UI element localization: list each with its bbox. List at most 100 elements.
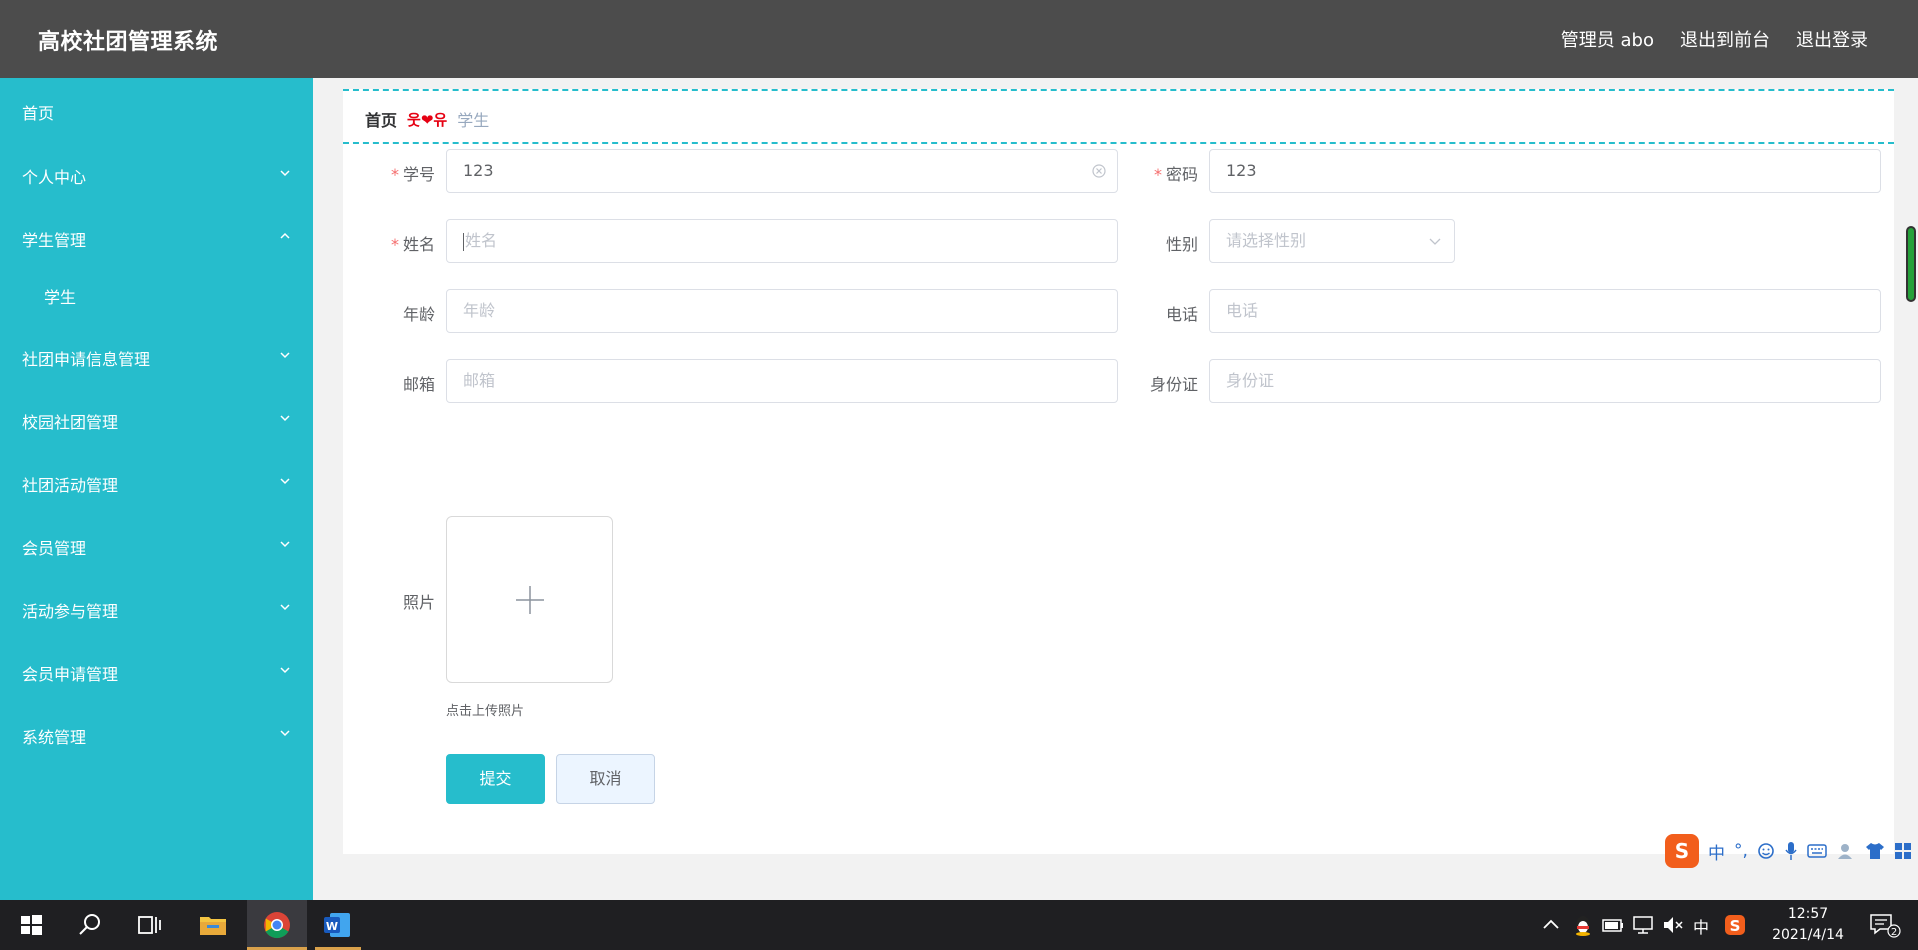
tray-expand-chevron-up-icon[interactable] <box>1538 912 1564 938</box>
ime-mode[interactable]: 中 <box>1708 839 1725 864</box>
gender-select[interactable]: 请选择性别 <box>1209 219 1455 263</box>
chevron-up-icon <box>280 232 290 239</box>
windows-taskbar: W 中 S 12:57 2021/4/14 2 <box>0 900 1918 950</box>
breadcrumb: 首页 웃❤유 学生 <box>365 107 489 131</box>
microphone-icon[interactable] <box>1784 841 1798 861</box>
photo-label: 照片 <box>402 593 435 612</box>
search-icon[interactable] <box>75 910 105 940</box>
chevron-down-icon <box>280 541 290 548</box>
sidebar-item-label: 活动参与管理 <box>22 602 119 621</box>
keyboard-icon[interactable] <box>1807 844 1827 858</box>
gender-label: 性别 <box>1165 235 1198 254</box>
qq-penguin-icon[interactable] <box>1570 912 1596 938</box>
text-caret <box>463 232 464 251</box>
age-label: 年龄 <box>402 305 435 324</box>
student-form: * 学号 123 * 密码 123 * 姓名 姓名 性别 请选择性别 年龄 年龄 电话… <box>343 144 1894 854</box>
sidebar-item-label: 社团活动管理 <box>22 476 119 495</box>
chevron-down-icon <box>280 415 290 422</box>
student-id-label: * 学号 <box>390 165 435 184</box>
breadcrumb-current: 学生 <box>457 111 490 130</box>
main-content: 首页 웃❤유 学生 * 学号 123 * 密码 123 * 姓名 姓名 性别 请选择性… <box>313 78 1918 900</box>
email-label: 邮箱 <box>402 375 435 394</box>
notification-count: 2 <box>1891 927 1897 938</box>
sidebar-item-personal-center[interactable]: 个人中心 <box>22 164 292 188</box>
age-input[interactable]: 年龄 <box>446 289 1118 333</box>
breadcrumb-separator: 웃❤유 <box>407 110 448 129</box>
svg-text:W: W <box>326 920 338 933</box>
sidebar-item-label: 系统管理 <box>22 728 87 747</box>
breadcrumb-bar: 首页 웃❤유 学生 <box>343 89 1894 144</box>
breadcrumb-home[interactable]: 首页 <box>365 107 397 131</box>
sidebar-item-activity-participation[interactable]: 活动参与管理 <box>22 598 292 622</box>
sidebar: 首页 个人中心 学生管理 学生 社团申请信息管理 校园社团管理 社团活动管理 会… <box>0 78 313 900</box>
app-title: 高校社团管理系统 <box>38 30 219 55</box>
ime-punctuation[interactable]: °, <box>1734 841 1748 861</box>
skin-shirt-icon[interactable] <box>1865 842 1885 860</box>
back-to-frontend-link[interactable]: 退出到前台 <box>1680 26 1770 52</box>
sidebar-item-label: 会员申请管理 <box>22 665 119 684</box>
chevron-down-icon <box>280 604 290 611</box>
chevron-down-icon <box>280 170 290 177</box>
windows-start-icon[interactable] <box>16 910 46 940</box>
sogou-tray-icon[interactable]: S <box>1722 912 1748 938</box>
circle-close-icon[interactable] <box>1091 163 1107 179</box>
emoji-icon[interactable] <box>1757 842 1775 860</box>
sidebar-item-label: 个人中心 <box>22 168 87 187</box>
chevron-down-icon <box>280 352 290 359</box>
id-card-label: 身份证 <box>1149 375 1198 394</box>
logout-link[interactable]: 退出登录 <box>1796 26 1868 52</box>
email-input[interactable]: 邮箱 <box>446 359 1118 403</box>
sidebar-item-label: 学生 <box>44 288 77 307</box>
sidebar-item-member-management[interactable]: 会员管理 <box>22 535 292 559</box>
toolbox-grid-icon[interactable] <box>1894 842 1912 860</box>
sidebar-item-member-application[interactable]: 会员申请管理 <box>22 661 292 685</box>
battery-icon[interactable] <box>1600 912 1626 938</box>
sidebar-item-label: 学生管理 <box>22 231 87 250</box>
name-label: * 姓名 <box>390 235 435 254</box>
sidebar-item-student-management[interactable]: 学生管理 <box>22 227 292 251</box>
student-id-input[interactable]: 123 <box>446 149 1118 193</box>
chevron-down-icon <box>280 730 290 737</box>
plus-icon <box>516 586 544 614</box>
chrome-icon[interactable] <box>262 910 292 940</box>
sidebar-item-label: 会员管理 <box>22 539 87 558</box>
clock-time: 12:57 <box>1787 906 1829 922</box>
volume-muted-icon[interactable] <box>1660 912 1686 938</box>
cancel-button[interactable]: 取消 <box>556 754 655 804</box>
scrollbar-thumb[interactable] <box>1906 226 1916 302</box>
task-view-icon[interactable] <box>134 910 164 940</box>
header-actions: 管理员 abo 退出到前台 退出登录 <box>1561 26 1868 52</box>
action-center-icon[interactable]: 2 <box>1868 911 1902 939</box>
taskbar-clock[interactable]: 12:57 2021/4/14 <box>1768 904 1848 946</box>
password-input[interactable]: 123 <box>1209 149 1881 193</box>
sidebar-item-home[interactable]: 首页 <box>22 100 292 124</box>
clock-date: 2021/4/14 <box>1772 927 1844 943</box>
sogou-logo-icon[interactable]: S <box>1665 834 1699 868</box>
sidebar-item-club-activity[interactable]: 社团活动管理 <box>22 472 292 496</box>
photo-uploader[interactable] <box>446 516 613 683</box>
sidebar-item-club-application-info[interactable]: 社团申请信息管理 <box>22 346 292 370</box>
sidebar-item-system-management[interactable]: 系统管理 <box>22 724 292 748</box>
submit-button[interactable]: 提交 <box>446 754 545 804</box>
sidebar-item-student[interactable]: 学生 <box>44 284 314 308</box>
password-label: * 密码 <box>1153 165 1198 184</box>
word-icon[interactable]: W <box>322 910 352 940</box>
sidebar-item-label: 首页 <box>22 104 55 123</box>
network-monitor-icon[interactable] <box>1630 912 1656 938</box>
input-language[interactable]: 中 <box>1693 914 1709 938</box>
id-card-input[interactable]: 身份证 <box>1209 359 1881 403</box>
phone-label: 电话 <box>1165 305 1198 324</box>
chevron-down-icon <box>1429 238 1441 245</box>
user-icon[interactable] <box>1836 842 1856 860</box>
svg-text:S: S <box>1730 917 1741 935</box>
upload-tip: 点击上传照片 <box>446 704 525 719</box>
sidebar-item-label: 社团申请信息管理 <box>22 350 151 369</box>
sidebar-item-label: 校园社团管理 <box>22 413 119 432</box>
file-explorer-icon[interactable] <box>198 910 228 940</box>
name-input[interactable]: 姓名 <box>446 219 1118 263</box>
top-header: 高校社团管理系统 管理员 abo 退出到前台 退出登录 <box>0 0 1918 78</box>
phone-input[interactable]: 电话 <box>1209 289 1881 333</box>
admin-user-label[interactable]: 管理员 abo <box>1561 26 1654 52</box>
sidebar-item-campus-club[interactable]: 校园社团管理 <box>22 409 292 433</box>
ime-toolbar: S 中 °, <box>1665 834 1912 868</box>
